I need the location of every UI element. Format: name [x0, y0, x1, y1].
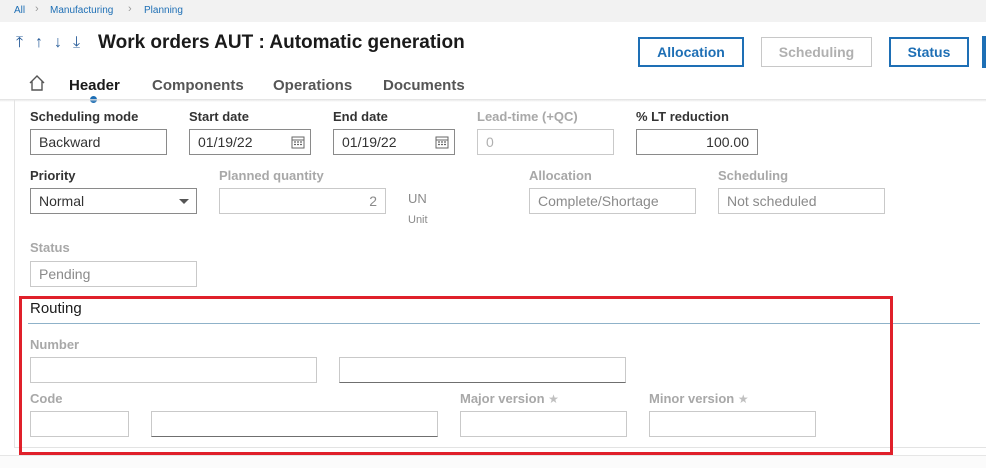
- calendar-icon[interactable]: [291, 135, 305, 149]
- minor-version-field: [649, 411, 816, 437]
- priority-label: Priority: [30, 168, 76, 183]
- major-version-label: Major version ★: [460, 391, 559, 406]
- first-record-icon[interactable]: ⤒: [16, 34, 35, 52]
- major-version-field: [460, 411, 627, 437]
- routing-number-label: Number: [30, 337, 80, 352]
- allocation-label: Allocation: [529, 168, 592, 183]
- start-date-field[interactable]: 01/19/22: [189, 129, 311, 155]
- quantity-unit: UN: [408, 191, 427, 206]
- start-date-value: 01/19/22: [198, 134, 253, 150]
- end-date-field[interactable]: 01/19/22: [333, 129, 455, 155]
- start-date-label: Start date: [189, 109, 249, 124]
- status-label: Status: [30, 240, 70, 255]
- routing-code-description-field[interactable]: [151, 411, 438, 437]
- lead-time-label: Lead-time (+QC): [477, 109, 578, 124]
- routing-section-title: Routing: [30, 300, 82, 317]
- lt-reduction-label: % LT reduction: [636, 109, 729, 124]
- calendar-icon[interactable]: [435, 135, 449, 149]
- minor-version-label: Minor version ★: [649, 391, 749, 406]
- scheduling-mode-field[interactable]: Backward: [30, 129, 167, 155]
- end-date-value: 01/19/22: [342, 134, 397, 150]
- overflow-button-edge[interactable]: [982, 36, 986, 68]
- priority-select[interactable]: Normal: [30, 188, 197, 214]
- last-record-icon[interactable]: ⤓: [73, 34, 92, 52]
- routing-number-field: [30, 357, 317, 383]
- record-navigation: ⤒ ↑ ↓ ⤓: [16, 34, 92, 52]
- chevron-right-icon: ›: [128, 3, 132, 15]
- priority-value: Normal: [39, 193, 85, 209]
- scheduling-label: Scheduling: [718, 168, 789, 183]
- routing-section-divider: [28, 323, 980, 324]
- page-title: Work orders AUT : Automatic generation: [98, 32, 465, 53]
- scheduling-mode-label: Scheduling mode: [30, 109, 139, 124]
- home-icon[interactable]: [28, 74, 46, 92]
- allocation-button[interactable]: Allocation: [638, 37, 744, 67]
- minor-version-label-text: Minor version: [649, 391, 735, 406]
- end-date-label: End date: [333, 109, 388, 124]
- breadcrumb: All › Manufacturing › Planning: [0, 0, 986, 22]
- star-icon: ★: [737, 392, 749, 406]
- chevron-down-icon[interactable]: [179, 199, 189, 204]
- previous-record-icon[interactable]: ↑: [35, 34, 54, 52]
- tab-documents[interactable]: Documents: [383, 77, 465, 94]
- planned-quantity-field: 2: [219, 188, 386, 214]
- breadcrumb-manufacturing[interactable]: Manufacturing: [50, 5, 113, 16]
- breadcrumb-planning[interactable]: Planning: [144, 5, 183, 16]
- routing-code-label: Code: [30, 391, 63, 406]
- tab-components[interactable]: Components: [152, 77, 244, 94]
- bottom-panel-edge: [0, 455, 986, 468]
- tab-operations[interactable]: Operations: [273, 77, 352, 94]
- lead-time-field: 0: [477, 129, 614, 155]
- planned-quantity-label: Planned quantity: [219, 168, 324, 183]
- routing-code-field: [30, 411, 129, 437]
- major-version-label-text: Major version: [460, 391, 545, 406]
- tab-bar: Header Components Operations Documents: [0, 70, 986, 103]
- scheduling-button[interactable]: Scheduling: [761, 37, 872, 67]
- routing-number-description-field[interactable]: [339, 357, 626, 383]
- next-record-icon[interactable]: ↓: [54, 34, 73, 52]
- lt-reduction-field[interactable]: 100.00: [636, 129, 758, 155]
- tab-header[interactable]: Header: [69, 77, 120, 94]
- status-field: Pending: [30, 261, 197, 287]
- breadcrumb-all[interactable]: All: [14, 5, 25, 16]
- status-button[interactable]: Status: [889, 37, 969, 67]
- star-icon: ★: [548, 392, 559, 406]
- quantity-unit-caption: Unit: [408, 214, 428, 226]
- chevron-right-icon: ›: [35, 3, 39, 15]
- allocation-field: Complete/Shortage: [529, 188, 696, 214]
- scheduling-field: Not scheduled: [718, 188, 885, 214]
